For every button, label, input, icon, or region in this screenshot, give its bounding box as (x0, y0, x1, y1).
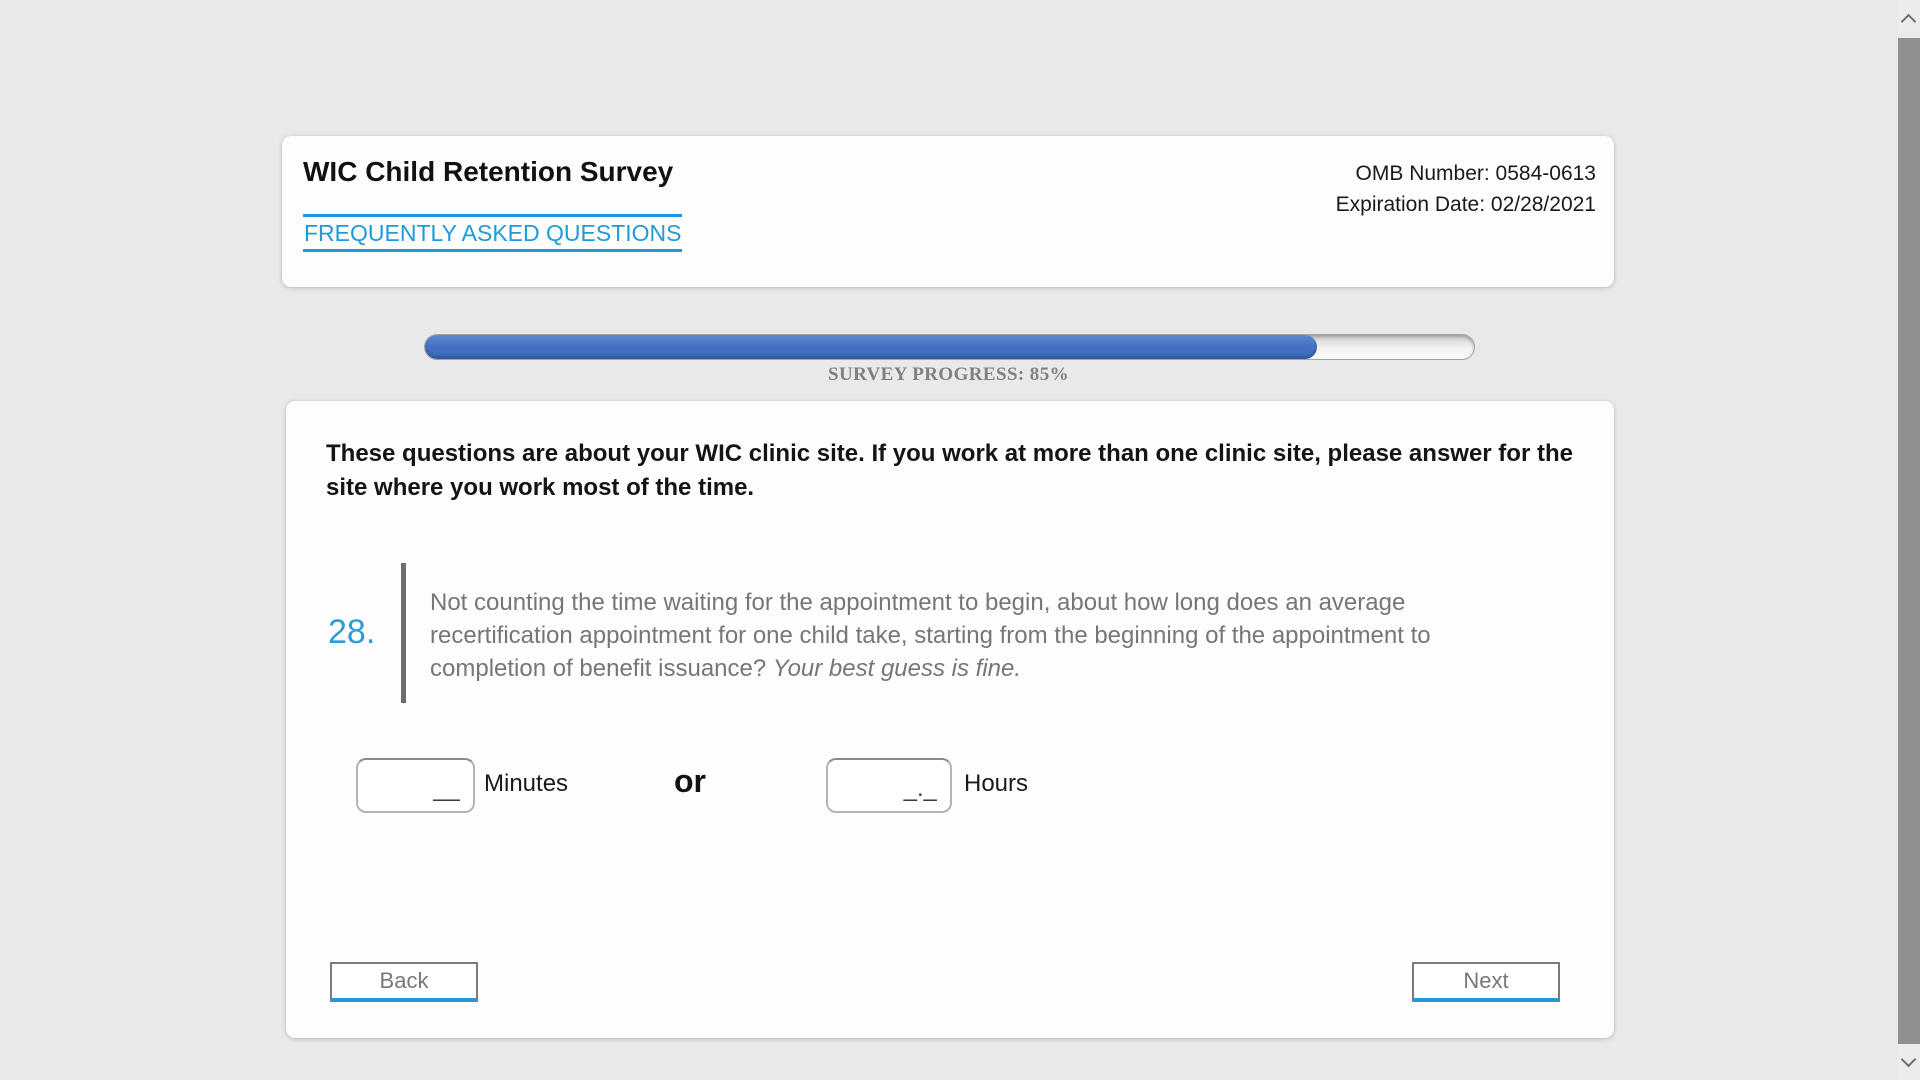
hours-label: Hours (964, 770, 1028, 798)
hours-input[interactable] (826, 758, 952, 813)
scrollbar-thumb[interactable] (1898, 38, 1920, 1046)
header-card: WIC Child Retention Survey FREQUENTLY AS… (282, 136, 1614, 287)
question-number: 28. (328, 613, 375, 652)
minutes-input[interactable] (356, 758, 475, 813)
section-intro: These questions are about your WIC clini… (326, 437, 1578, 505)
progress-fill (425, 335, 1317, 359)
omb-number: OMB Number: 0584-0613 (1336, 158, 1596, 189)
expiration-date: Expiration Date: 02/28/2021 (1336, 189, 1596, 220)
or-label: or (674, 763, 706, 800)
scroll-down-button[interactable] (1898, 1044, 1920, 1080)
page-title: WIC Child Retention Survey (303, 156, 673, 188)
chevron-down-icon (1901, 1052, 1917, 1068)
progress-track (424, 334, 1475, 360)
question-hint: Your best guess is fine. (773, 655, 1021, 682)
question-card: These questions are about your WIC clini… (286, 401, 1614, 1038)
back-button[interactable]: Back (330, 962, 478, 1002)
vertical-scrollbar (1898, 0, 1920, 1080)
faq-link[interactable]: FREQUENTLY ASKED QUESTIONS (303, 214, 682, 252)
survey-progress: SURVEY PROGRESS: 85% (424, 334, 1473, 386)
survey-page: WIC Child Retention Survey FREQUENTLY AS… (0, 0, 1920, 1080)
scroll-up-button[interactable] (1898, 0, 1920, 38)
question-text: Not counting the time waiting for the ap… (430, 586, 1485, 685)
chevron-up-icon (1901, 14, 1917, 30)
progress-label: SURVEY PROGRESS: 85% (424, 364, 1473, 386)
next-button[interactable]: Next (1412, 962, 1560, 1002)
question-divider (401, 563, 406, 703)
omb-info: OMB Number: 0584-0613 Expiration Date: 0… (1336, 158, 1596, 220)
minutes-label: Minutes (484, 770, 568, 798)
